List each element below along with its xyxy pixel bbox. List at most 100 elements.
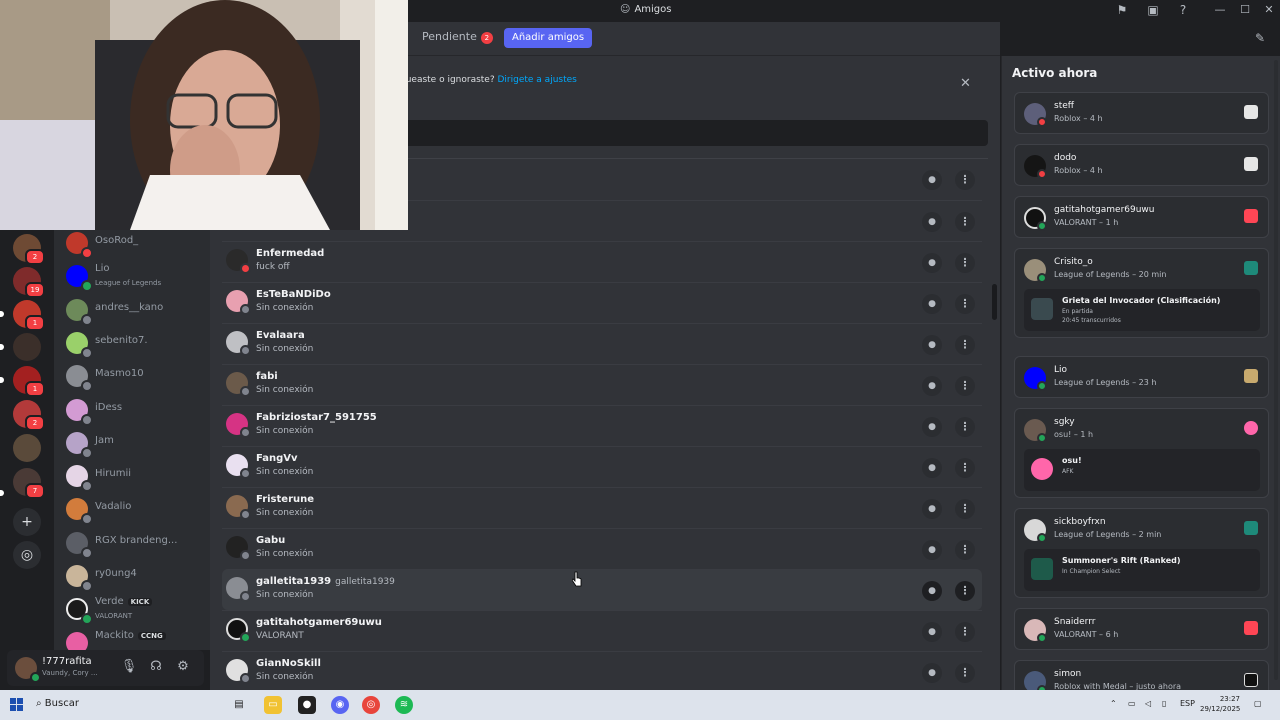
dm-item[interactable]: Masmo10 (64, 361, 210, 392)
message-icon[interactable]: ● (922, 458, 942, 478)
message-icon[interactable]: ● (922, 581, 942, 601)
battery-icon[interactable]: ▯ (1162, 699, 1166, 708)
friend-row[interactable]: EsTeBaNDiDo Sin conexión ● ⋮ (222, 282, 982, 323)
message-icon[interactable]: ● (922, 376, 942, 396)
dm-item[interactable]: Verde KICK VALORANT (64, 594, 210, 625)
more-options-icon[interactable]: ⋮ (955, 540, 975, 560)
dm-item[interactable]: andres__kano (64, 295, 210, 326)
settings-link[interactable]: Dirigete a ajustes (498, 75, 577, 85)
more-options-icon[interactable]: ⋮ (955, 499, 975, 519)
network-icon[interactable]: ▭ (1128, 699, 1136, 708)
message-icon[interactable]: ● (922, 663, 942, 683)
server-icon[interactable]: 2 (13, 234, 45, 265)
server-icon[interactable]: 1 (13, 366, 45, 397)
search-input[interactable] (400, 120, 988, 146)
dm-item[interactable]: iDess (64, 395, 210, 426)
friend-row[interactable]: gatitahotgamer69uwu VALORANT ● ⋮ (222, 610, 982, 651)
server-icon[interactable]: 1 (13, 300, 45, 331)
activity-card[interactable]: sickboyfrxn League of Legends – 2 min Sum… (1014, 508, 1269, 598)
activity-card[interactable]: gatitahotgamer69uwu VALORANT – 1 h (1014, 196, 1269, 238)
message-icon[interactable]: ● (922, 417, 942, 437)
friend-row[interactable]: Fabriziostar7_591755 Sin conexión ● ⋮ (222, 405, 982, 446)
more-options-icon[interactable]: ⋮ (955, 170, 975, 190)
dm-item[interactable]: Mackito CCNG (64, 628, 210, 650)
help-icon[interactable]: ? (1174, 3, 1192, 17)
settings-gear-icon[interactable]: ⚙ (174, 659, 192, 674)
spotify-icon[interactable]: ≋ (395, 696, 413, 714)
server-icon[interactable]: 19 (13, 267, 45, 298)
tray-chevron-icon[interactable]: ⌃ (1110, 699, 1117, 708)
server-icon[interactable]: 2 (13, 400, 45, 431)
friend-row[interactable]: fabi Sin conexión ● ⋮ (222, 364, 982, 405)
dm-item[interactable]: ry0ung4 (64, 561, 210, 592)
server-icon[interactable] (13, 333, 41, 361)
close-window-button[interactable]: ✕ (1259, 3, 1279, 16)
minimize-button[interactable]: — (1210, 3, 1230, 16)
new-group-dm-icon[interactable]: ✎ (1251, 31, 1269, 45)
message-icon[interactable]: ● (922, 622, 942, 642)
activity-card[interactable]: sgky osu! – 1 h osu! AFK (1014, 408, 1269, 498)
taskbar-search[interactable]: ⌕ Buscar (36, 698, 79, 709)
dm-item[interactable]: Vadalio (64, 494, 210, 525)
message-icon[interactable]: ● (922, 253, 942, 273)
more-options-icon[interactable]: ⋮ (955, 335, 975, 355)
app-icon[interactable]: ● (298, 696, 316, 714)
volume-icon[interactable]: ◁ (1145, 699, 1151, 708)
inbox-icon[interactable]: ▣ (1144, 3, 1162, 17)
more-options-icon[interactable]: ⋮ (955, 212, 975, 232)
maximize-button[interactable]: ☐ (1235, 3, 1255, 16)
activity-card[interactable]: Snaiderrr VALORANT – 6 h (1014, 608, 1269, 650)
more-options-icon[interactable]: ⋮ (955, 663, 975, 683)
message-icon[interactable]: ● (922, 499, 942, 519)
friend-row[interactable]: Evalaara Sin conexión ● ⋮ (222, 323, 982, 364)
activity-card[interactable]: steff Roblox – 4 h (1014, 92, 1269, 134)
activity-card[interactable]: Lio League of Legends – 23 h (1014, 356, 1269, 398)
dm-item[interactable]: Lio League of Legends (64, 261, 210, 292)
dm-item[interactable]: sebenito7. (64, 328, 210, 359)
server-icon[interactable]: 7 (13, 468, 45, 499)
message-icon[interactable]: ● (922, 540, 942, 560)
more-options-icon[interactable]: ⋮ (955, 253, 975, 273)
more-options-icon[interactable]: ⋮ (955, 458, 975, 478)
message-icon[interactable]: ● (922, 335, 942, 355)
friend-row[interactable]: Enfermedad fuck off ● ⋮ (222, 241, 982, 282)
message-icon[interactable]: ● (922, 170, 942, 190)
message-icon[interactable]: ● (922, 294, 942, 314)
dm-item[interactable]: OsoRod_ (64, 230, 210, 259)
friend-row[interactable]: FangVv Sin conexión ● ⋮ (222, 446, 982, 487)
friend-row[interactable]: Fristerune Sin conexión ● ⋮ (222, 487, 982, 528)
notifications-icon[interactable]: ▢ (1254, 699, 1262, 708)
language-indicator[interactable]: ESP (1180, 699, 1195, 708)
file-explorer-icon[interactable]: ▭ (264, 696, 282, 714)
dm-item[interactable]: Jam (64, 428, 210, 459)
discord-icon[interactable]: ◉ (331, 696, 349, 714)
message-icon[interactable]: ● (922, 212, 942, 232)
more-options-icon[interactable]: ⋮ (955, 294, 975, 314)
windows-start-icon[interactable] (10, 698, 23, 711)
dm-item[interactable]: RGX brandeng... (64, 528, 210, 559)
friend-row[interactable]: GianNoSkill Sin conexión ● ⋮ (222, 651, 982, 692)
friend-row[interactable]: Gabu Sin conexión ● ⋮ (222, 528, 982, 569)
more-options-icon[interactable]: ⋮ (955, 622, 975, 642)
tab-pending[interactable]: Pendiente 2 (422, 30, 493, 44)
activity-card[interactable]: Crisito_o League of Legends – 20 min Grie… (1014, 248, 1269, 338)
more-options-icon[interactable]: ⋮ (955, 417, 975, 437)
headphones-icon[interactable]: ☊ (147, 659, 165, 674)
server-icon[interactable] (13, 434, 41, 462)
more-options-icon[interactable]: ⋮ (955, 581, 975, 601)
task-view-icon[interactable]: ▤ (230, 696, 248, 714)
explore-icon[interactable]: ◎ (13, 541, 41, 569)
dm-item[interactable]: Hirumii (64, 461, 210, 492)
close-icon[interactable]: ✕ (960, 76, 971, 91)
activity-card[interactable]: simon Roblox with Medal – justo ahora (1014, 660, 1269, 690)
friend-row[interactable]: galletita1939 galletita1939 Sin conexión ● ⋮ (222, 569, 982, 610)
add-server-button[interactable]: + (13, 508, 41, 536)
add-friend-button[interactable]: Añadir amigos (504, 28, 593, 48)
microphone-icon[interactable]: 🎙 (120, 659, 138, 674)
scrollbar[interactable] (992, 284, 997, 320)
activity-card[interactable]: dodo Roblox – 4 h (1014, 144, 1269, 186)
chrome-icon[interactable]: ◎ (362, 696, 380, 714)
taskbar-clock[interactable]: 23:27 29/12/2025 (1200, 694, 1240, 714)
flag-icon[interactable]: ⚑ (1113, 3, 1131, 17)
active-now-scrollbar[interactable] (1274, 60, 1278, 680)
